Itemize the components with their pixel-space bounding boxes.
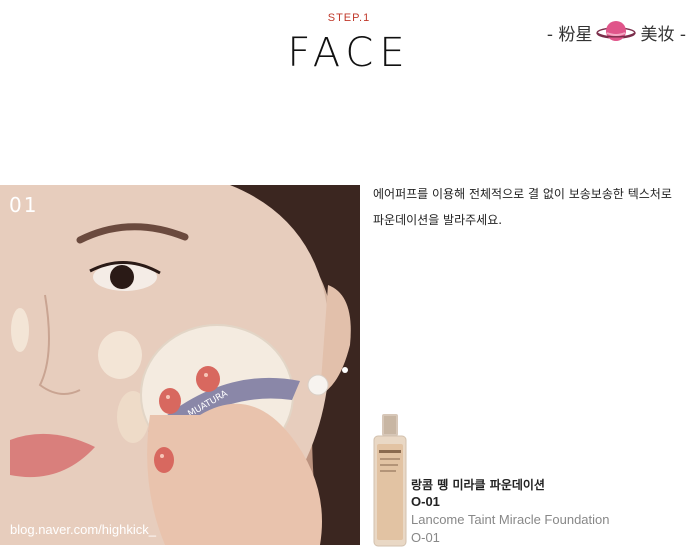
photo-credit: blog.naver.com/highkick_ [10, 522, 156, 537]
product-korean-shade: O-01 [411, 494, 440, 509]
brand-text-left: - 粉星 [546, 24, 593, 45]
brand-text-right: 美妆 - [640, 24, 686, 45]
makeup-photo: MUATURA [0, 185, 360, 545]
product-english-shade: O-01 [411, 530, 440, 545]
brand-logo: - 粉星 美妆 - [547, 18, 686, 46]
product-info: 랑콤 뗑 미라클 파운데이션 O-01 Lancome Taint Miracl… [411, 476, 610, 548]
product-english-name: Lancome Taint Miracle Foundation [411, 512, 610, 527]
product-korean-name: 랑콤 뗑 미라클 파운데이션 [411, 478, 545, 492]
description-line-2: 파운데이션을 발라주세요. [373, 213, 503, 227]
description-line-1: 에어퍼프를 이용해 전체적으로 결 없이 보송보송한 텍스처로 [373, 187, 672, 201]
foundation-bottle-image [373, 414, 407, 547]
planet-icon [596, 21, 637, 41]
step-number: 01 [9, 193, 39, 217]
step-description: 에어퍼프를 이용해 전체적으로 결 없이 보송보송한 텍스처로 파운데이션을 발… [373, 181, 693, 233]
